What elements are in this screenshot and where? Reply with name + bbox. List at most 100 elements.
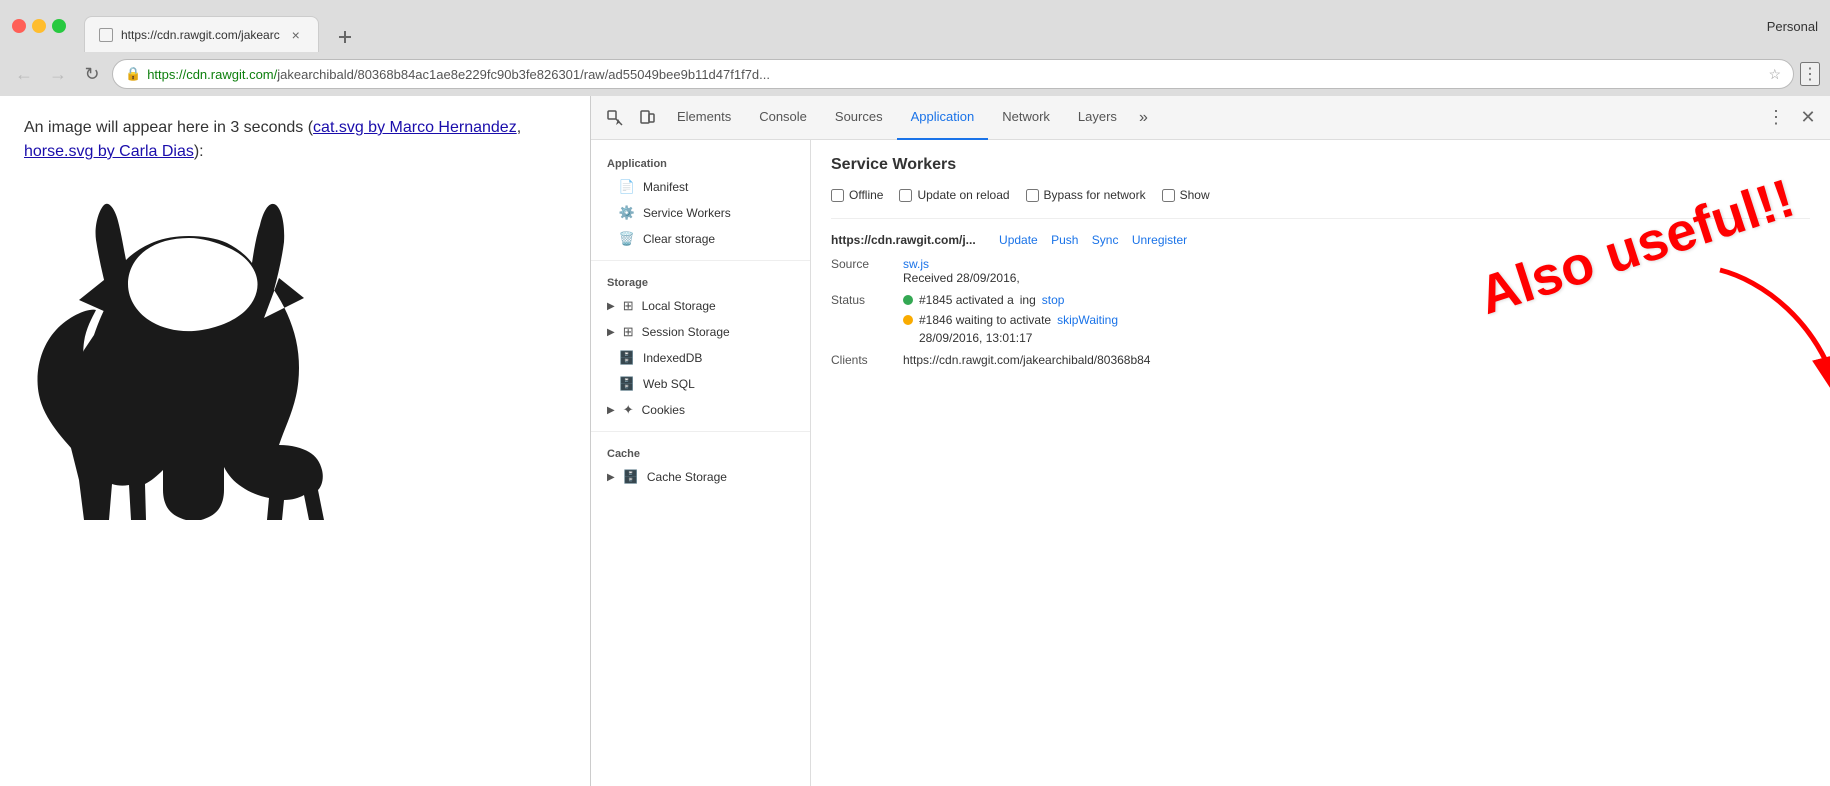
- offline-label: Offline: [849, 188, 883, 202]
- horse-svg-link[interactable]: horse.svg by Carla Dias: [24, 143, 194, 160]
- sidebar-section-application: Application: [591, 150, 810, 174]
- status2-date: 28/09/2016, 13:01:17: [903, 331, 1118, 345]
- bookmark-button[interactable]: ☆: [1768, 66, 1781, 83]
- offline-checkbox[interactable]: [831, 189, 844, 202]
- show-option: Show: [1162, 188, 1210, 202]
- url-text: https://cdn.rawgit.com/jakearchibald/803…: [147, 67, 1762, 82]
- tab-sources[interactable]: Sources: [821, 96, 897, 140]
- sidebar-item-session-storage[interactable]: ▶ ⊞ Session Storage: [591, 319, 810, 345]
- update-link[interactable]: Update: [999, 233, 1038, 247]
- push-link[interactable]: Push: [1051, 233, 1078, 247]
- tab-application[interactable]: Application: [897, 96, 989, 140]
- link-separator: ,: [517, 119, 521, 136]
- reload-button[interactable]: ↻: [78, 60, 106, 88]
- tab-elements[interactable]: Elements: [663, 96, 745, 140]
- new-tab-button[interactable]: [319, 22, 371, 52]
- cache-storage-icon: 🗄️: [623, 469, 639, 485]
- address-bar-row: ← → ↻ 🔒 https://cdn.rawgit.com/jakearchi…: [0, 52, 1830, 96]
- sidebar-item-manifest[interactable]: 📄 Manifest: [591, 174, 810, 200]
- element-picker-button[interactable]: [599, 102, 631, 134]
- cat-svg-link[interactable]: cat.svg by Marco Hernandez: [313, 119, 517, 136]
- stop-link[interactable]: stop: [1042, 293, 1065, 307]
- devtools-body: Application 📄 Manifest ⚙️ Service Worker…: [591, 140, 1830, 786]
- sidebar-item-session-storage-label: Session Storage: [642, 325, 730, 339]
- sidebar-item-indexeddb-label: IndexedDB: [643, 351, 702, 365]
- tab-bar: https://cdn.rawgit.com/jakearc ×: [84, 0, 371, 52]
- unregister-link[interactable]: Unregister: [1132, 233, 1187, 247]
- url-path: jakearchibald/80368b84ac1ae8e229fc90b3fe…: [277, 67, 770, 82]
- sync-link[interactable]: Sync: [1092, 233, 1119, 247]
- status1-text: #1845 activated a: [919, 293, 1014, 307]
- source-link[interactable]: sw.js: [903, 257, 929, 271]
- indexeddb-icon: 🗄️: [619, 350, 635, 366]
- devtools-right-buttons: ⋮ ✕: [1762, 104, 1822, 132]
- session-storage-grid-icon: ⊞: [623, 324, 634, 340]
- sidebar-item-indexeddb[interactable]: 🗄️ IndexedDB: [591, 345, 810, 371]
- sidebar-item-cache-storage[interactable]: ▶ 🗄️ Cache Storage: [591, 464, 810, 490]
- cat-svg: [24, 180, 364, 560]
- tab-console[interactable]: Console: [745, 96, 821, 140]
- sidebar-item-local-storage[interactable]: ▶ ⊞ Local Storage: [591, 293, 810, 319]
- devtools-tab-bar: Elements Console Sources Application Net…: [591, 96, 1830, 140]
- sidebar-divider-1: [591, 260, 810, 261]
- status-row-2: #1846 waiting to activate skipWaiting: [903, 313, 1118, 327]
- tab-close-button[interactable]: ×: [288, 27, 304, 43]
- sw-url-text: https://cdn.rawgit.com/j...: [831, 233, 976, 247]
- sw-actions: Update Push Sync Unregister: [999, 233, 1187, 247]
- more-tabs-button[interactable]: »: [1131, 96, 1156, 140]
- source-received: Received 28/09/2016,: [903, 271, 1020, 285]
- browser-window: https://cdn.rawgit.com/jakearc × Persona…: [0, 0, 1830, 786]
- sidebar-item-clear-storage-label: Clear storage: [643, 232, 715, 246]
- service-worker-entry: https://cdn.rawgit.com/j... Update Push …: [831, 218, 1810, 367]
- sidebar-item-clear-storage[interactable]: 🗑️ Clear storage: [591, 226, 810, 252]
- tab-network[interactable]: Network: [988, 96, 1064, 140]
- devtools-close-button[interactable]: ✕: [1794, 104, 1822, 132]
- sidebar-divider-2: [591, 431, 810, 432]
- traffic-lights: [12, 19, 66, 33]
- service-worker-options: Offline Update on reload Bypass for netw…: [831, 188, 1810, 202]
- bypass-label: Bypass for network: [1044, 188, 1146, 202]
- browser-tab[interactable]: https://cdn.rawgit.com/jakearc ×: [84, 16, 319, 52]
- offline-option: Offline: [831, 188, 883, 202]
- skip-waiting-link[interactable]: skipWaiting: [1057, 313, 1118, 327]
- source-field: Source sw.js Received 28/09/2016,: [831, 257, 1810, 285]
- panel-title: Service Workers: [831, 156, 1810, 174]
- minimize-window-button[interactable]: [32, 19, 46, 33]
- web-sql-icon: 🗄️: [619, 376, 635, 392]
- devtools-more-button[interactable]: ⋮: [1762, 104, 1790, 132]
- sidebar-item-service-workers[interactable]: ⚙️ Service Workers: [591, 200, 810, 226]
- clients-field: Clients https://cdn.rawgit.com/jakearchi…: [831, 353, 1810, 367]
- service-workers-icon: ⚙️: [619, 205, 635, 221]
- cookies-icon: ✦: [623, 402, 634, 418]
- maximize-window-button[interactable]: [52, 19, 66, 33]
- devtools-main-panel: Service Workers Offline Update on reload: [811, 140, 1830, 786]
- title-bar: https://cdn.rawgit.com/jakearc × Persona…: [0, 0, 1830, 52]
- update-on-reload-label: Update on reload: [917, 188, 1009, 202]
- address-bar[interactable]: 🔒 https://cdn.rawgit.com/jakearchibald/8…: [112, 59, 1794, 89]
- close-window-button[interactable]: [12, 19, 26, 33]
- chrome-menu-button[interactable]: ⋮: [1800, 62, 1820, 86]
- status2-text: #1846 waiting to activate: [919, 313, 1051, 327]
- sidebar-item-web-sql-label: Web SQL: [643, 377, 695, 391]
- bypass-checkbox[interactable]: [1026, 189, 1039, 202]
- page-text-before: An image will appear here in 3 seconds (: [24, 119, 313, 136]
- show-checkbox[interactable]: [1162, 189, 1175, 202]
- page-text-after: ):: [194, 143, 204, 160]
- update-on-reload-option: Update on reload: [899, 188, 1009, 202]
- forward-button[interactable]: →: [44, 60, 72, 88]
- sidebar-item-cache-storage-label: Cache Storage: [647, 470, 727, 484]
- device-toolbar-button[interactable]: [631, 102, 663, 134]
- back-button[interactable]: ←: [10, 60, 38, 88]
- sidebar-section-cache: Cache: [591, 440, 810, 464]
- sidebar-item-local-storage-label: Local Storage: [642, 299, 716, 313]
- sidebar-item-cookies[interactable]: ▶ ✦ Cookies: [591, 397, 810, 423]
- update-on-reload-checkbox[interactable]: [899, 189, 912, 202]
- show-label: Show: [1180, 188, 1210, 202]
- source-value: sw.js Received 28/09/2016,: [903, 257, 1020, 285]
- page-content: An image will appear here in 3 seconds (…: [0, 96, 590, 786]
- tab-layers[interactable]: Layers: [1064, 96, 1131, 140]
- sidebar-item-web-sql[interactable]: 🗄️ Web SQL: [591, 371, 810, 397]
- manifest-icon: 📄: [619, 179, 635, 195]
- status-field: Status #1845 activated a ing stop: [831, 293, 1810, 345]
- url-origin: https://cdn.rawgit.com/: [147, 67, 277, 82]
